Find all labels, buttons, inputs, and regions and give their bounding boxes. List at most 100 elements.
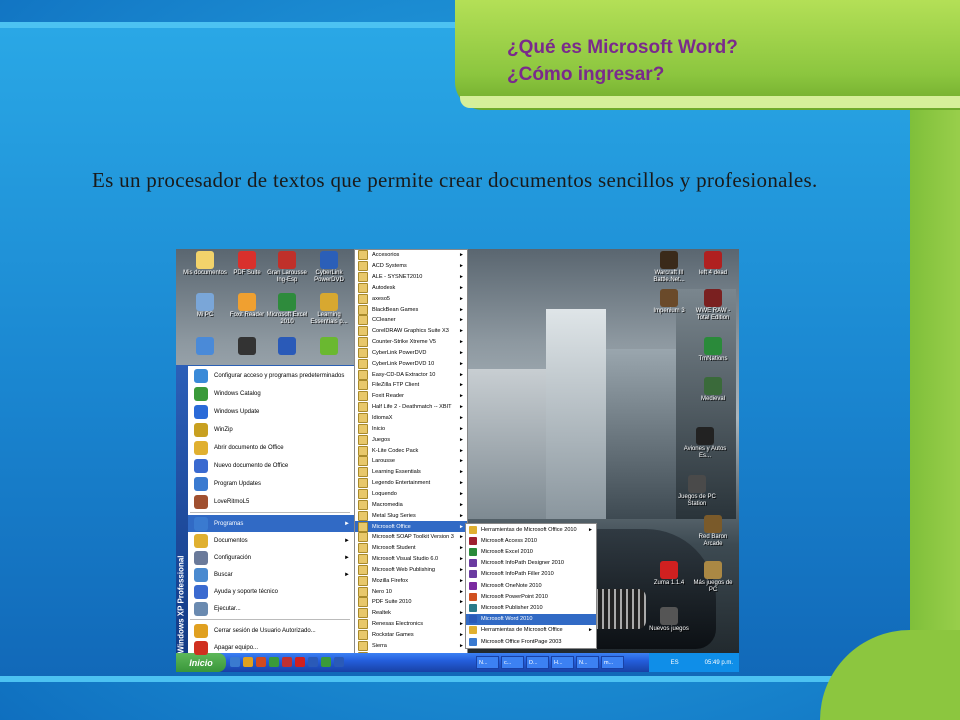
- programs-menu-item[interactable]: Inicio ►: [355, 423, 467, 435]
- start-menu-item[interactable]: Ayuda y soporte técnico: [188, 583, 354, 600]
- office-menu-item[interactable]: Microsoft PowerPoint 2010: [466, 591, 596, 602]
- start-menu-item[interactable]: Buscar ►: [188, 566, 354, 583]
- programs-menu-item[interactable]: Rockstar Games ►: [355, 630, 467, 641]
- programs-menu-item[interactable]: PDF Suite 2010 ►: [355, 597, 467, 608]
- programs-menu-item[interactable]: CyberLink PowerDVD 10 ►: [355, 358, 467, 370]
- programs-menu-item[interactable]: Juegos ►: [355, 434, 467, 445]
- programs-menu-item[interactable]: Learning Essentials ►: [355, 467, 467, 478]
- desktop-icon[interactable]: Red Baron Arcade: [690, 515, 736, 548]
- start-menu-item[interactable]: Configuración ►: [188, 549, 354, 566]
- programs-menu-item[interactable]: Mozilla Firefox ►: [355, 575, 467, 587]
- start-menu-item[interactable]: Program Updates: [188, 475, 354, 492]
- quicklaunch-word-icon[interactable]: [308, 657, 318, 667]
- start-menu-item[interactable]: LoveRitmoL5: [188, 493, 354, 510]
- start-menu-item[interactable]: Apagar equipo...: [188, 639, 354, 656]
- programs-menu-item[interactable]: Microsoft Office ►: [355, 521, 467, 532]
- programs-menu-item[interactable]: Macromedia ►: [355, 499, 467, 511]
- quicklaunch-app-icon[interactable]: [282, 657, 292, 667]
- desktop-icon[interactable]: [264, 337, 310, 356]
- start-menu-item[interactable]: Ejecutar...: [188, 600, 354, 617]
- start-menu-item[interactable]: Cerrar sesión de Usuario Autorizado...: [188, 622, 354, 639]
- desktop-icon[interactable]: Warcraft III Battle.Net...: [646, 251, 692, 284]
- taskbar-button[interactable]: D...: [526, 656, 549, 669]
- office-menu-item[interactable]: Microsoft Word 2010: [466, 613, 596, 625]
- office-menu-item[interactable]: Herramientas de Microsoft Office 2010 ►: [466, 524, 596, 535]
- programs-menu-item[interactable]: Realtek ►: [355, 608, 467, 619]
- desktop-icon[interactable]: Impenium 3: [646, 289, 692, 315]
- clock[interactable]: 05:49 p.m.: [705, 660, 733, 666]
- programs-menu-item[interactable]: K-Lite Codec Pack ►: [355, 445, 467, 456]
- start-menu-item[interactable]: WinZip: [188, 421, 354, 438]
- quicklaunch-app-icon[interactable]: [295, 657, 305, 667]
- programs-menu-item[interactable]: Metal Slug Series ►: [355, 510, 467, 521]
- programs-menu-item[interactable]: axeso5 ►: [355, 293, 467, 304]
- quicklaunch-ie-icon[interactable]: [230, 657, 240, 667]
- desktop-icon[interactable]: Learning Essentials p...: [306, 293, 352, 326]
- start-menu-item[interactable]: Windows Catalog: [188, 385, 354, 402]
- programs-menu-item[interactable]: Nero 10 ►: [355, 586, 467, 597]
- programs-menu-item[interactable]: FileZilla FTP Client ►: [355, 380, 467, 391]
- programs-menu-item[interactable]: Microsoft Student ►: [355, 543, 467, 554]
- office-menu-item[interactable]: Microsoft InfoPath Designer 2010: [466, 558, 596, 569]
- start-menu-item[interactable]: Documentos ►: [188, 532, 354, 549]
- taskbar-button[interactable]: N...: [476, 656, 499, 669]
- quicklaunch-app-icon[interactable]: [321, 657, 331, 667]
- desktop-icon[interactable]: CyberLink PowerDVD: [306, 251, 352, 284]
- quicklaunch-folder-icon[interactable]: [243, 657, 253, 667]
- office-menu-item[interactable]: Microsoft Office FrontPage 2003: [466, 636, 596, 647]
- desktop-icon[interactable]: Gran Larousse Ing-Esp: [264, 251, 310, 284]
- programs-menu-item[interactable]: BlackBean Games ►: [355, 304, 467, 315]
- taskbar-button[interactable]: N...: [576, 656, 599, 669]
- desktop-icon[interactable]: Mi PC: [182, 293, 228, 319]
- office-menu-item[interactable]: Microsoft Access 2010: [466, 535, 596, 546]
- desktop-icon[interactable]: Juegos de PC Station: [674, 475, 720, 508]
- office-menu-item[interactable]: Microsoft Publisher 2010: [466, 602, 596, 613]
- start-menu-item[interactable]: Programas ►: [188, 515, 354, 532]
- start-menu-item[interactable]: Abrir documento de Office: [188, 439, 354, 456]
- taskbar-button[interactable]: H...: [551, 656, 574, 669]
- desktop-icon[interactable]: Mis documentos: [182, 251, 228, 277]
- desktop-icon[interactable]: Microsoft Excel 2010: [264, 293, 310, 326]
- start-menu-item[interactable]: Nuevo documento de Office: [188, 457, 354, 474]
- programs-menu-item[interactable]: Loquendo ►: [355, 488, 467, 500]
- programs-menu-item[interactable]: Counter-Strike Xtreme V5 ►: [355, 337, 467, 348]
- programs-menu-item[interactable]: Sierra ►: [355, 640, 467, 652]
- desktop-icon[interactable]: [182, 337, 228, 356]
- desktop-icon[interactable]: Zuma 1.1.4: [646, 561, 692, 587]
- start-menu-item[interactable]: Configurar acceso y programas predetermi…: [188, 367, 354, 384]
- taskbar-button[interactable]: c...: [501, 656, 524, 669]
- programs-menu-item[interactable]: ALE - SYSNET2010 ►: [355, 271, 467, 283]
- desktop-icon[interactable]: Más juegos de PC: [690, 561, 736, 594]
- programs-menu-item[interactable]: Foxit Reader ►: [355, 391, 467, 402]
- quicklaunch-media-icon[interactable]: [256, 657, 266, 667]
- desktop-icon[interactable]: Nuevos juegos: [646, 607, 692, 633]
- taskbar-button[interactable]: m...: [601, 656, 624, 669]
- programs-menu-item[interactable]: ACD Systems ►: [355, 261, 467, 272]
- programs-menu-item[interactable]: Legendo Entertainment ►: [355, 478, 467, 489]
- programs-menu-item[interactable]: CCleaner ►: [355, 315, 467, 326]
- programs-menu-item[interactable]: Renesas Electronics ►: [355, 619, 467, 630]
- programs-menu-item[interactable]: Larousse ►: [355, 456, 467, 467]
- desktop-icon[interactable]: Medieval: [690, 377, 736, 403]
- programs-menu-item[interactable]: Accesorios ►: [355, 250, 467, 261]
- desktop-icon[interactable]: TmNations: [690, 337, 736, 363]
- office-menu-item[interactable]: Microsoft OneNote 2010: [466, 580, 596, 591]
- quicklaunch-app-icon[interactable]: [269, 657, 279, 667]
- office-menu-item[interactable]: Microsoft Excel 2010: [466, 546, 596, 557]
- programs-menu-item[interactable]: Autodesk ►: [355, 282, 467, 294]
- desktop-icon[interactable]: left 4 dead: [690, 251, 736, 277]
- desktop-icon[interactable]: [306, 337, 352, 356]
- desktop-icon[interactable]: WWE RAW - Total Edition: [690, 289, 736, 322]
- desktop-icon[interactable]: Aviones y Autos Es...: [682, 427, 728, 460]
- quicklaunch-app-icon[interactable]: [334, 657, 344, 667]
- language-indicator[interactable]: ES: [671, 660, 679, 666]
- programs-menu-item[interactable]: Microsoft SOAP Toolkit Version 3 ►: [355, 532, 467, 543]
- programs-menu-item[interactable]: CorelDRAW Graphics Suite X3 ►: [355, 326, 467, 337]
- programs-menu-item[interactable]: Half Life 2 - Deathmatch -- XBIT ►: [355, 402, 467, 413]
- start-menu-item[interactable]: Windows Update: [188, 403, 354, 420]
- programs-menu-item[interactable]: Easy-CD-DA Extractor 10 ►: [355, 369, 467, 380]
- programs-menu-item[interactable]: CyberLink PowerDVD ►: [355, 347, 467, 359]
- programs-menu-item[interactable]: Microsoft Visual Studio 6.0 ►: [355, 554, 467, 565]
- programs-menu-item[interactable]: IdiomaX ►: [355, 413, 467, 424]
- office-menu-item[interactable]: Herramientas de Microsoft Office ►: [466, 625, 596, 636]
